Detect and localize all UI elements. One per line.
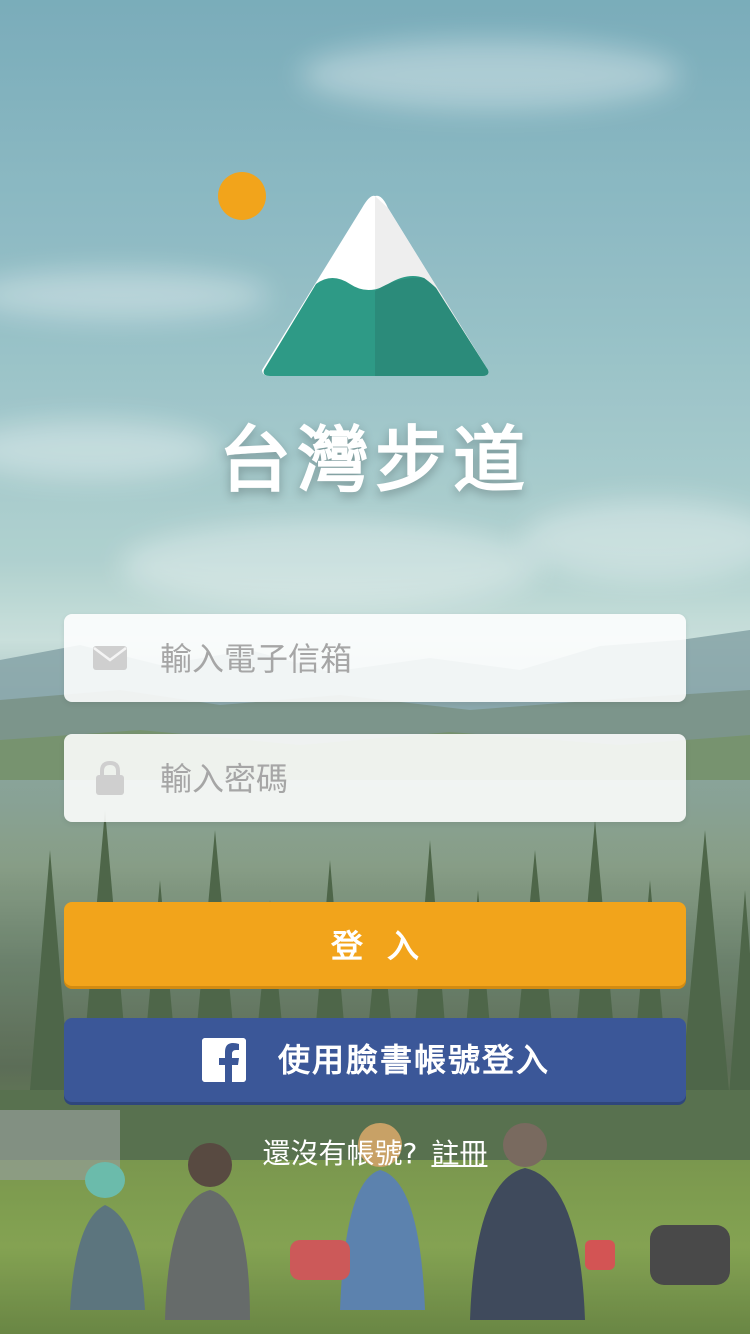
lock-icon <box>96 760 124 795</box>
app-title: 台灣步道 <box>218 418 531 502</box>
password-field[interactable] <box>64 734 686 824</box>
password-input[interactable] <box>158 734 662 824</box>
email-field[interactable] <box>64 614 686 704</box>
mail-icon <box>93 646 127 670</box>
signup-prompt-text: 還沒有帳號? <box>262 1137 418 1170</box>
mountain-icon <box>262 195 489 376</box>
email-input[interactable] <box>158 614 662 704</box>
signup-prompt: 還沒有帳號? 註冊 <box>0 1134 750 1174</box>
login-button[interactable]: 登入 <box>64 902 686 986</box>
facebook-icon <box>202 1038 246 1082</box>
facebook-login-button[interactable]: 使用臉書帳號登入 <box>64 1018 686 1102</box>
mountain-sun-logo <box>218 172 489 376</box>
login-button-label: 登入 <box>330 927 443 965</box>
facebook-button-label: 使用臉書帳號登入 <box>278 1041 551 1079</box>
sun-icon <box>218 172 266 220</box>
signup-link[interactable]: 註冊 <box>431 1137 487 1170</box>
